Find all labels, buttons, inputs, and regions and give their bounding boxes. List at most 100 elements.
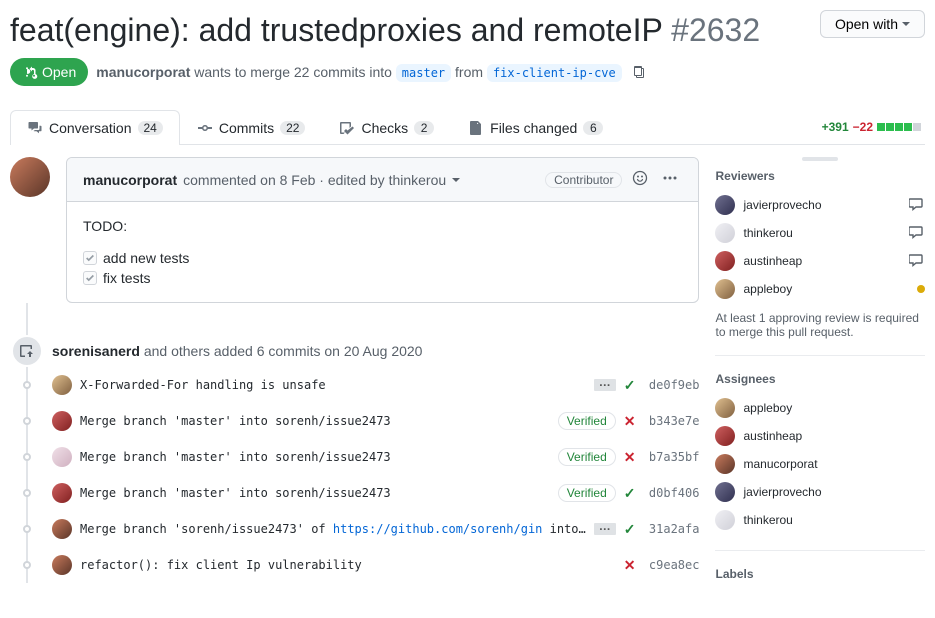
assignee-name[interactable]: javierprovecho xyxy=(743,485,821,499)
comment-discussion-icon xyxy=(27,120,43,136)
reviewers-heading[interactable]: Reviewers xyxy=(715,169,925,183)
avatar[interactable] xyxy=(52,447,72,467)
state-badge-open: Open xyxy=(10,58,88,86)
assignee-name[interactable]: manucorporat xyxy=(743,457,817,471)
assignee-row: javierprovecho xyxy=(715,478,925,506)
commit-sha[interactable]: b7a35bf xyxy=(643,450,699,464)
re-request-review-button[interactable] xyxy=(909,252,925,271)
commit-row: refactor(): fix client Ip vulnerability … xyxy=(26,547,699,583)
assignee-row: manucorporat xyxy=(715,450,925,478)
commit-row: Merge branch 'master' into sorenh/issue2… xyxy=(26,403,699,439)
avatar[interactable] xyxy=(715,279,735,299)
pending-review-icon xyxy=(917,285,925,293)
re-request-review-button[interactable] xyxy=(909,196,925,215)
chevron-down-icon xyxy=(902,22,910,26)
assignee-row: appleboy xyxy=(715,394,925,422)
pr-subheader: Open manucorporat wants to merge 22 comm… xyxy=(10,58,925,86)
assignee-name[interactable]: thinkerou xyxy=(743,513,792,527)
verified-badge: Verified xyxy=(558,412,616,430)
avatar[interactable] xyxy=(52,483,72,503)
checkbox-icon[interactable] xyxy=(83,251,97,265)
copy-branch-icon[interactable] xyxy=(630,64,646,80)
re-request-review-button[interactable] xyxy=(909,224,925,243)
avatar[interactable] xyxy=(52,555,72,575)
pr-tabs: Conversation 24 Commits 22 Checks 2 File… xyxy=(10,110,925,145)
avatar[interactable] xyxy=(715,454,735,474)
assignee-name[interactable]: appleboy xyxy=(743,401,792,415)
checklist-icon xyxy=(339,120,355,136)
commit-sha[interactable]: b343e7e xyxy=(643,414,699,428)
reviewer-row: thinkerou xyxy=(715,219,925,247)
comment-menu-button[interactable] xyxy=(658,166,682,193)
pr-author[interactable]: manucorporat xyxy=(96,64,190,80)
tab-checks[interactable]: Checks 2 xyxy=(322,110,451,145)
expand-commit-button[interactable]: … xyxy=(594,379,616,391)
commit-sha[interactable]: d0bf406 xyxy=(643,486,699,500)
pr-number: #2632 xyxy=(671,12,760,48)
checkbox-icon[interactable] xyxy=(83,271,97,285)
commit-message[interactable]: refactor(): fix client Ip vulnerability xyxy=(80,558,616,572)
reviewer-name[interactable]: appleboy xyxy=(743,282,792,296)
status-success-icon[interactable]: ✓ xyxy=(624,377,636,394)
avatar[interactable] xyxy=(715,223,735,243)
reviewer-row: appleboy xyxy=(715,275,925,303)
status-fail-icon[interactable]: ✕ xyxy=(624,557,636,574)
base-branch[interactable]: master xyxy=(396,64,451,82)
comment-author[interactable]: manucorporat xyxy=(83,172,177,188)
commit-message[interactable]: Merge branch 'master' into sorenh/issue2… xyxy=(80,486,550,500)
avatar[interactable] xyxy=(715,426,735,446)
diffstat[interactable]: +391 −22 xyxy=(822,120,925,134)
commit-message[interactable]: Merge branch 'sorenh/issue2473' of https… xyxy=(80,522,586,536)
avatar[interactable] xyxy=(715,510,735,530)
drag-handle[interactable] xyxy=(802,157,838,161)
avatar[interactable] xyxy=(52,375,72,395)
expand-commit-button[interactable]: … xyxy=(594,523,616,535)
avatar[interactable] xyxy=(10,157,50,197)
commit-message[interactable]: Merge branch 'master' into sorenh/issue2… xyxy=(80,450,550,464)
reviewer-name[interactable]: austinheap xyxy=(743,254,802,268)
status-fail-icon[interactable]: ✕ xyxy=(624,413,636,430)
todo-heading: TODO: xyxy=(83,218,682,234)
commit-row: Merge branch 'master' into sorenh/issue2… xyxy=(26,475,699,511)
repo-push-icon xyxy=(11,335,43,367)
avatar[interactable] xyxy=(715,482,735,502)
review-required-note: At least 1 approving review is required … xyxy=(715,311,925,339)
tab-conversation[interactable]: Conversation 24 xyxy=(10,110,180,145)
status-success-icon[interactable]: ✓ xyxy=(624,485,636,502)
avatar[interactable] xyxy=(715,195,735,215)
verified-badge: Verified xyxy=(558,484,616,502)
avatar[interactable] xyxy=(52,411,72,431)
assignee-name[interactable]: austinheap xyxy=(743,429,802,443)
open-with-button[interactable]: Open with xyxy=(820,10,925,38)
commit-row: X-Forwarded-For handling is unsafe … ✓ d… xyxy=(26,367,699,403)
file-diff-icon xyxy=(468,120,484,136)
tab-commits[interactable]: Commits 22 xyxy=(180,110,323,145)
commit-sha[interactable]: c9ea8ec xyxy=(643,558,699,572)
commit-sha[interactable]: de0f9eb xyxy=(643,378,699,392)
contributor-badge: Contributor xyxy=(545,172,622,188)
avatar[interactable] xyxy=(715,398,735,418)
commit-row: Merge branch 'sorenh/issue2473' of https… xyxy=(26,511,699,547)
task-item: add new tests xyxy=(83,250,682,266)
chevron-down-icon[interactable] xyxy=(452,178,460,182)
git-pull-request-icon xyxy=(22,64,38,80)
reviewer-row: austinheap xyxy=(715,247,925,275)
commit-message[interactable]: Merge branch 'master' into sorenh/issue2… xyxy=(80,414,550,428)
avatar[interactable] xyxy=(715,251,735,271)
commit-message[interactable]: X-Forwarded-For handling is unsafe xyxy=(80,378,586,392)
avatar[interactable] xyxy=(52,519,72,539)
head-branch[interactable]: fix-client-ip-cve xyxy=(487,64,622,82)
commit-row: Merge branch 'master' into sorenh/issue2… xyxy=(26,439,699,475)
reviewer-name[interactable]: javierprovecho xyxy=(743,198,821,212)
labels-heading[interactable]: Labels xyxy=(715,567,925,581)
add-reaction-button[interactable] xyxy=(628,166,652,193)
tab-files[interactable]: Files changed 6 xyxy=(451,110,620,145)
commit-sha[interactable]: 31a2afa xyxy=(643,522,699,536)
status-success-icon[interactable]: ✓ xyxy=(624,521,636,538)
status-fail-icon[interactable]: ✕ xyxy=(624,449,636,466)
pr-title: feat(engine): add trustedproxies and rem… xyxy=(10,10,760,50)
git-commit-icon xyxy=(197,120,213,136)
reviewer-name[interactable]: thinkerou xyxy=(743,226,792,240)
assignees-heading[interactable]: Assignees xyxy=(715,372,925,386)
commits-event-author[interactable]: sorenisanerd xyxy=(52,343,140,359)
